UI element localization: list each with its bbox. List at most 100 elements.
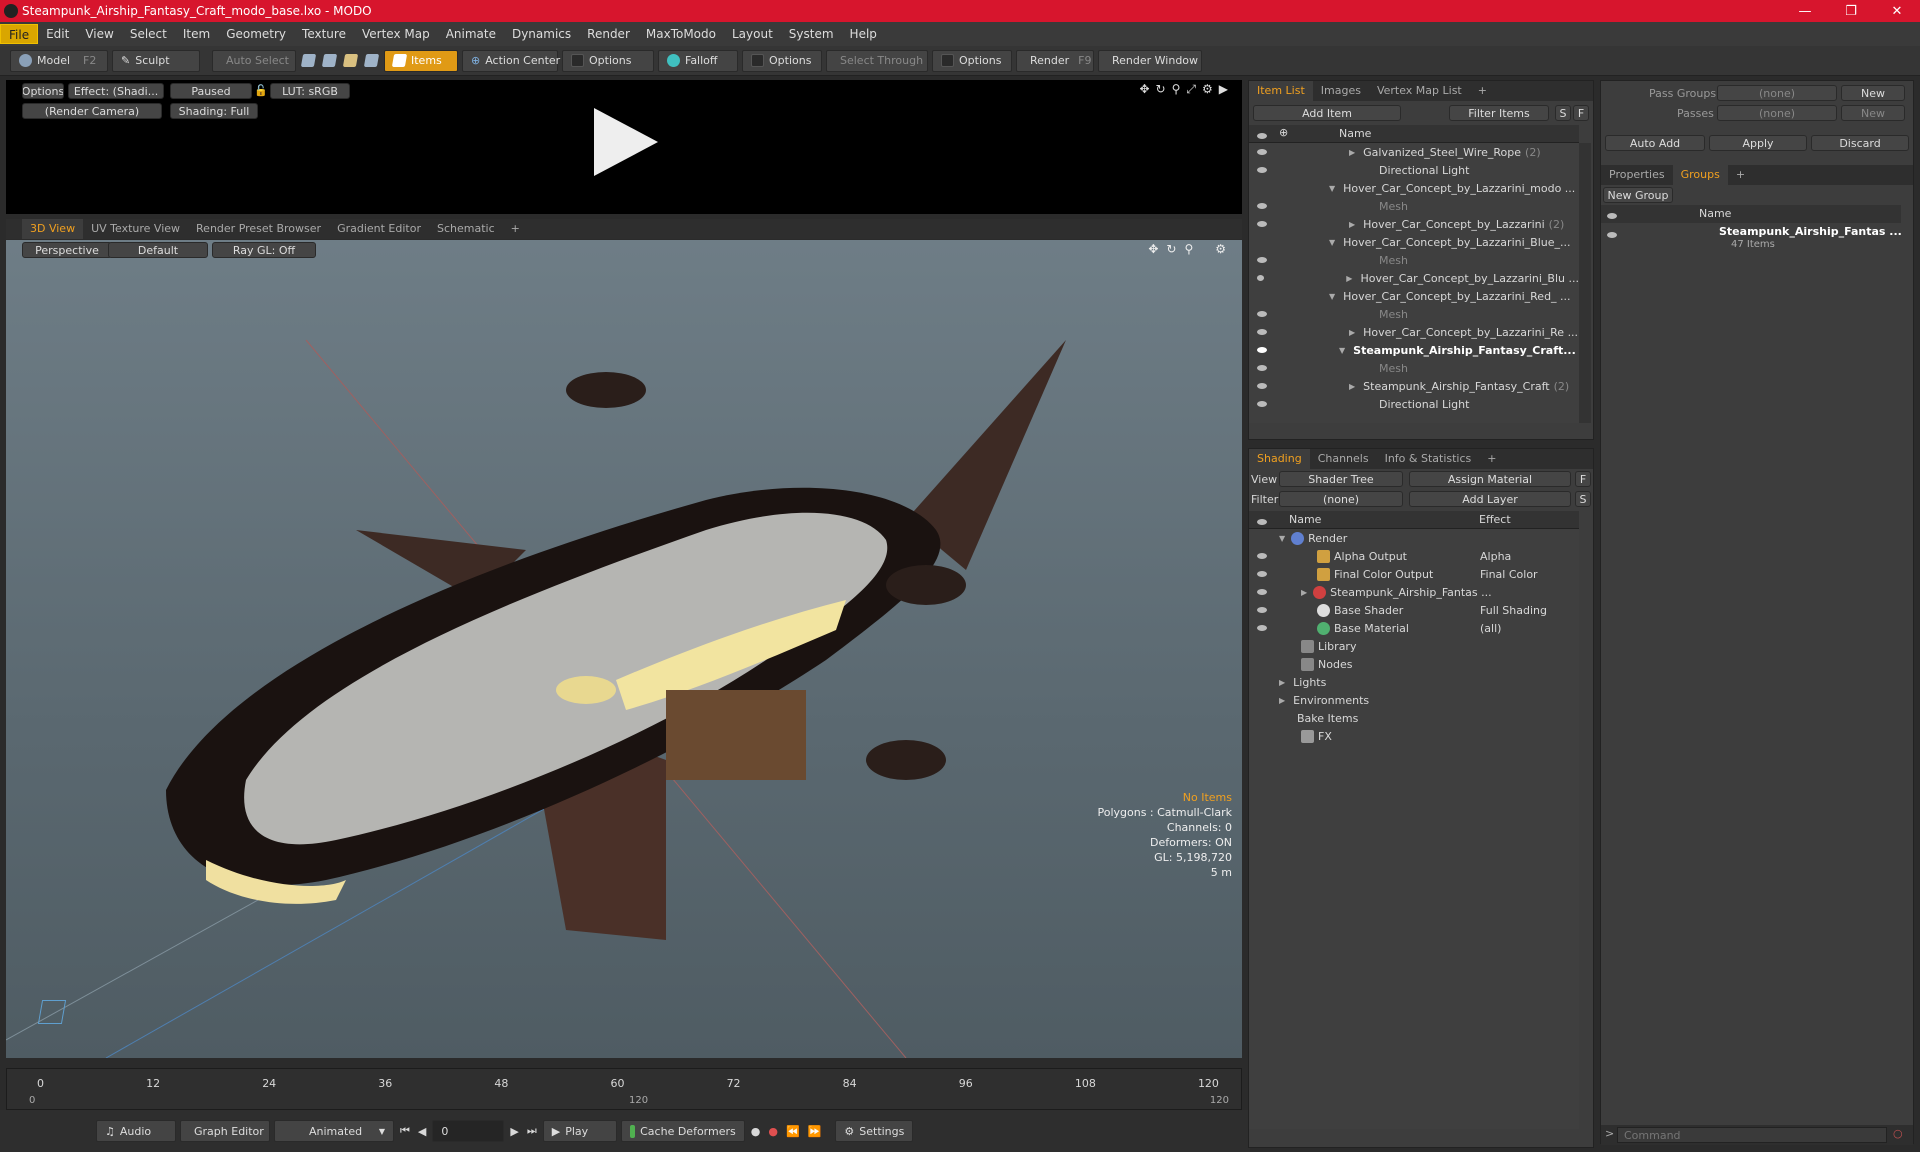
play-icon[interactable] [594,108,658,176]
tab-vertex-map-list[interactable]: Vertex Map List [1369,81,1470,101]
menu-view[interactable]: View [77,24,121,44]
preview-paused-button[interactable]: Paused [170,83,252,99]
s-button[interactable]: S [1555,105,1571,121]
command-help-icon[interactable]: ○ [1893,1127,1903,1140]
polygons-mode-icon[interactable] [342,54,359,67]
record-icon[interactable]: ● [768,1125,778,1138]
menu-item[interactable]: Item [175,24,218,44]
menu-animate[interactable]: Animate [438,24,504,44]
apply-button[interactable]: Apply [1709,135,1807,151]
shader-item[interactable]: Nodes [1249,655,1579,673]
name-column[interactable]: Name [1289,513,1321,526]
tab-uv-texture-view[interactable]: UV Texture View [83,219,188,239]
select-through-button[interactable]: Select Through [826,49,928,72]
menu-maxtomodo[interactable]: MaxToModo [638,24,724,44]
preview-shading-dropdown[interactable]: Shading: Full [170,103,258,119]
shader-item[interactable]: FX [1249,727,1579,745]
lock-icon[interactable]: 🔓 [254,84,268,97]
close-icon[interactable]: ✕ [1874,0,1920,22]
action-center-button[interactable]: ⊕ Action Center [462,49,560,72]
menu-layout[interactable]: Layout [724,24,781,44]
skip-start-icon[interactable]: ⏮ [400,1124,410,1138]
preview-lut-dropdown[interactable]: LUT: sRGB [270,83,350,99]
add-item-dropdown[interactable]: Add Item [1253,105,1401,121]
list-item[interactable]: ▼ Hover_Car_Concept_by_Lazzarini_Blue_... [1249,233,1579,251]
tab-groups[interactable]: Groups [1672,165,1728,185]
shader-item[interactable]: ▶ Steampunk_Airship_Fantas ... [1249,583,1579,601]
shader-item[interactable]: ▼ Render [1249,529,1579,547]
zoom-icon[interactable]: ⚲ [1172,82,1181,97]
menu-select[interactable]: Select [122,24,175,44]
menu-dynamics[interactable]: Dynamics [504,24,579,44]
shader-item[interactable]: ▶ Environments [1249,691,1579,709]
effect-column[interactable]: Effect [1479,513,1511,526]
name-column[interactable]: Name [1339,127,1371,140]
tab-render-preset-browser[interactable]: Render Preset Browser [188,219,329,239]
s-button[interactable]: S [1575,491,1591,507]
sculpt-button[interactable]: ✎ Sculpt [112,49,200,72]
list-item[interactable]: ▼ Hover_Car_Concept_by_Lazzarini_modo ... [1249,179,1579,197]
list-item[interactable]: Directional Light [1249,161,1579,179]
vertices-mode-icon[interactable] [300,54,317,67]
tab-add[interactable]: + [1470,81,1495,101]
new-pass-group-button[interactable]: New [1841,85,1905,101]
shader-item[interactable]: Bake Items [1249,709,1579,727]
menu-render[interactable]: Render [579,24,638,44]
list-item[interactable]: Mesh [1249,251,1579,269]
list-item[interactable]: Mesh [1249,197,1579,215]
step-back-icon[interactable]: ◀ [418,1125,426,1138]
tab-add[interactable]: + [1728,165,1753,185]
shader-item[interactable]: Final Color Output Final Color [1249,565,1579,583]
menu-help[interactable]: Help [842,24,885,44]
command-input[interactable] [1617,1127,1887,1143]
list-item[interactable]: ▶ Hover_Car_Concept_by_Lazzarini_Re ... [1249,323,1579,341]
group-item[interactable]: Steampunk_Airship_Fantas ... 47 Items [1601,223,1902,257]
graph-editor-button[interactable]: Graph Editor [180,1120,270,1142]
key-next-icon[interactable]: ⏩ [808,1125,822,1138]
shader-item[interactable]: Alpha Output Alpha [1249,547,1579,565]
key-prev-icon[interactable]: ⏪ [786,1125,800,1138]
airship-model[interactable] [6,240,1242,1058]
audio-button[interactable]: ♫ Audio [96,1120,176,1142]
tab-schematic[interactable]: Schematic [429,219,503,239]
falloff-options-button[interactable]: Options [742,49,822,72]
play-small-icon[interactable]: ▶ [1219,82,1228,97]
menu-geometry[interactable]: Geometry [218,24,294,44]
move-icon[interactable]: ✥ [1139,82,1149,97]
edges-mode-icon[interactable] [321,54,338,67]
tab-channels[interactable]: Channels [1310,449,1377,469]
passes-dropdown[interactable]: (none) [1717,105,1837,121]
materials-mode-icon[interactable] [363,54,380,67]
name-column[interactable]: Name [1699,207,1731,220]
tab-info-statistics[interactable]: Info & Statistics [1377,449,1480,469]
list-item[interactable]: ▼ Hover_Car_Concept_by_Lazzarini_Red_ ... [1249,287,1579,305]
tab-item-list[interactable]: Item List [1249,81,1313,101]
menu-texture[interactable]: Texture [294,24,354,44]
falloff-button[interactable]: Falloff [658,49,738,72]
list-item[interactable]: Mesh [1249,359,1579,377]
play-button[interactable]: ▶ Play [542,1120,617,1142]
render-window-button[interactable]: Render Window [1098,49,1202,72]
3d-viewport[interactable]: Perspective Default Ray GL: Off ✥ ↻ ⚲ ⚙ … [6,240,1242,1058]
tab-3d-view[interactable]: 3D View [22,219,84,239]
skip-end-icon[interactable]: ⏭ [527,1124,537,1138]
filter-dropdown[interactable]: (none) [1279,491,1403,507]
restore-icon[interactable]: ❐ [1828,0,1874,22]
cache-deformers-button[interactable]: Cache Deformers [620,1120,745,1142]
list-item[interactable]: Mesh [1249,305,1579,323]
auto-add-button[interactable]: Auto Add [1605,135,1705,151]
tab-properties[interactable]: Properties [1601,165,1673,185]
tab-add[interactable]: + [503,219,528,239]
auto-select-button[interactable]: Auto Select [212,49,296,72]
add-layer-dropdown[interactable]: Add Layer [1409,491,1571,507]
model-button[interactable]: Model F2 [10,49,108,72]
rotate-icon[interactable]: ↻ [1156,82,1166,97]
list-item[interactable]: ▼ Steampunk_Airship_Fantasy_Craft... [1249,341,1579,359]
discard-button[interactable]: Discard [1811,135,1909,151]
f-button[interactable]: F [1573,105,1589,121]
list-item[interactable]: ▶ Steampunk_Airship_Fantasy_Craft (2) [1249,377,1579,395]
timeline[interactable]: 0 12 24 36 48 60 72 84 96 108 120 0 120 … [6,1068,1242,1110]
shader-item[interactable]: Base Material (all) [1249,619,1579,637]
tab-images[interactable]: Images [1313,81,1369,101]
f-button[interactable]: F [1575,471,1591,487]
